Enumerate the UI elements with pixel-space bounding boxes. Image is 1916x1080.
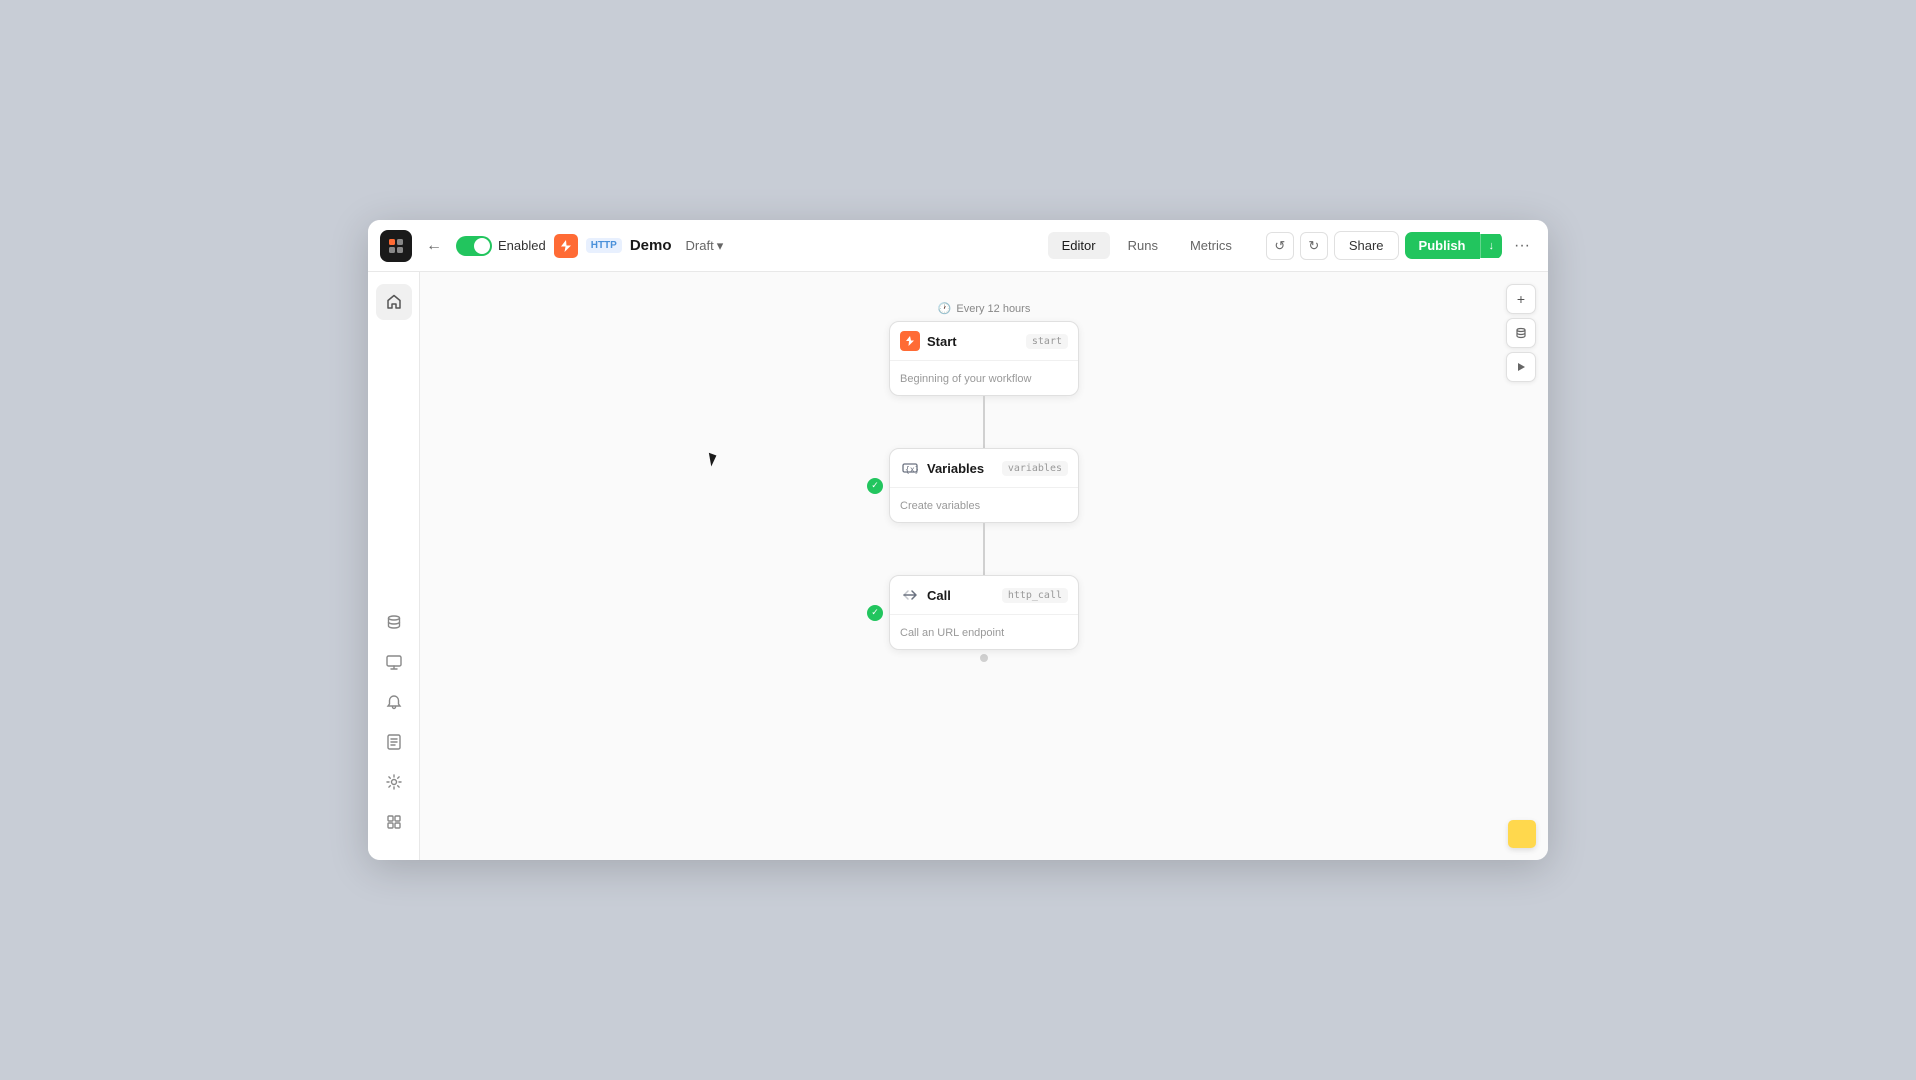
undo-button[interactable]: ↺ bbox=[1266, 232, 1294, 260]
node-call-badge: http_call bbox=[1002, 588, 1068, 603]
canvas-controls: + bbox=[1506, 284, 1536, 382]
node-call-header: Call http_call bbox=[890, 576, 1078, 615]
node-start-badge: start bbox=[1026, 334, 1068, 349]
node-variables[interactable]: {x} Variables variables Create variables bbox=[889, 448, 1079, 523]
publish-dropdown-button[interactable]: ↓ bbox=[1480, 234, 1503, 258]
canvas[interactable]: + 🕐 Eve bbox=[420, 272, 1548, 860]
logo-button[interactable] bbox=[380, 230, 412, 262]
http-badge: HTTP bbox=[586, 238, 622, 253]
node-start-description: Beginning of your workflow bbox=[900, 373, 1031, 385]
call-node-container: ✓ Call bbox=[889, 575, 1079, 650]
publish-main-button[interactable]: Publish bbox=[1405, 232, 1480, 259]
app-window: ← Enabled HTTP Demo Draft ▾ Editor Runs … bbox=[368, 220, 1548, 860]
node-call-description: Call an URL endpoint bbox=[900, 627, 1004, 639]
connector-1 bbox=[983, 396, 985, 448]
enabled-toggle[interactable] bbox=[456, 236, 492, 256]
svg-text:{x}: {x} bbox=[905, 465, 918, 474]
sidebar-item-settings[interactable] bbox=[376, 764, 412, 800]
end-connector bbox=[889, 650, 1079, 666]
draft-chevron-icon: ▾ bbox=[717, 238, 724, 254]
toggle-container: Enabled bbox=[456, 236, 546, 256]
more-options-button[interactable]: ··· bbox=[1508, 232, 1536, 260]
tab-editor[interactable]: Editor bbox=[1048, 232, 1110, 259]
start-icon bbox=[900, 331, 920, 351]
trigger-label: 🕐 Every 12 hours bbox=[938, 302, 1031, 315]
connector-2 bbox=[983, 523, 985, 575]
node-start-title: Start bbox=[927, 334, 957, 349]
back-button[interactable]: ← bbox=[420, 232, 448, 260]
share-button[interactable]: Share bbox=[1334, 231, 1399, 260]
sidebar-item-stack[interactable] bbox=[376, 804, 412, 840]
publish-button-group: Publish ↓ bbox=[1405, 232, 1502, 259]
sidebar bbox=[368, 272, 420, 860]
toggle-label: Enabled bbox=[498, 238, 546, 253]
node-variables-body: Create variables bbox=[890, 488, 1078, 522]
variables-check-badge: ✓ bbox=[867, 478, 883, 494]
sidebar-bottom bbox=[376, 604, 412, 848]
redo-button[interactable]: ↻ bbox=[1300, 232, 1328, 260]
body: + 🕐 Eve bbox=[368, 272, 1548, 860]
tab-metrics[interactable]: Metrics bbox=[1176, 232, 1246, 259]
tab-runs[interactable]: Runs bbox=[1114, 232, 1172, 259]
node-call[interactable]: Call http_call Call an URL endpoint bbox=[889, 575, 1079, 650]
sidebar-item-database[interactable] bbox=[376, 604, 412, 640]
nav-tabs: Editor Runs Metrics bbox=[1048, 232, 1246, 259]
call-icon bbox=[900, 585, 920, 605]
header-actions: ↺ ↻ Share Publish ↓ ··· bbox=[1266, 231, 1536, 260]
draft-label: Draft bbox=[686, 238, 714, 253]
node-start[interactable]: Start start Beginning of your workflow bbox=[889, 321, 1079, 396]
clock-icon: 🕐 bbox=[938, 302, 952, 315]
node-start-body: Beginning of your workflow bbox=[890, 361, 1078, 395]
workflow-area: 🕐 Every 12 hours Start bbox=[889, 302, 1079, 666]
sidebar-item-monitor[interactable] bbox=[376, 644, 412, 680]
node-call-body: Call an URL endpoint bbox=[890, 615, 1078, 649]
header: ← Enabled HTTP Demo Draft ▾ Editor Runs … bbox=[368, 220, 1548, 272]
end-dot bbox=[980, 654, 988, 662]
variables-node-container: ✓ {x} Variables bbox=[889, 448, 1079, 523]
sidebar-item-bell[interactable] bbox=[376, 684, 412, 720]
node-variables-badge: variables bbox=[1002, 461, 1068, 476]
sidebar-item-book[interactable] bbox=[376, 724, 412, 760]
canvas-database-button[interactable] bbox=[1506, 318, 1536, 348]
node-variables-title: Variables bbox=[927, 461, 984, 476]
canvas-play-button[interactable] bbox=[1506, 352, 1536, 382]
trigger-type-icon bbox=[554, 234, 578, 258]
node-variables-description: Create variables bbox=[900, 500, 980, 512]
node-start-header: Start start bbox=[890, 322, 1078, 361]
yellow-note[interactable] bbox=[1508, 820, 1536, 848]
draft-dropdown-button[interactable]: Draft ▾ bbox=[680, 235, 730, 257]
sidebar-top bbox=[376, 284, 412, 320]
node-variables-header: {x} Variables variables bbox=[890, 449, 1078, 488]
sidebar-item-home[interactable] bbox=[376, 284, 412, 320]
add-node-button[interactable]: + bbox=[1506, 284, 1536, 314]
call-check-badge: ✓ bbox=[867, 605, 883, 621]
node-call-title: Call bbox=[927, 588, 951, 603]
trigger-schedule-text: Every 12 hours bbox=[956, 303, 1030, 315]
workflow-name[interactable]: Demo bbox=[630, 237, 672, 254]
variables-icon: {x} bbox=[900, 458, 920, 478]
